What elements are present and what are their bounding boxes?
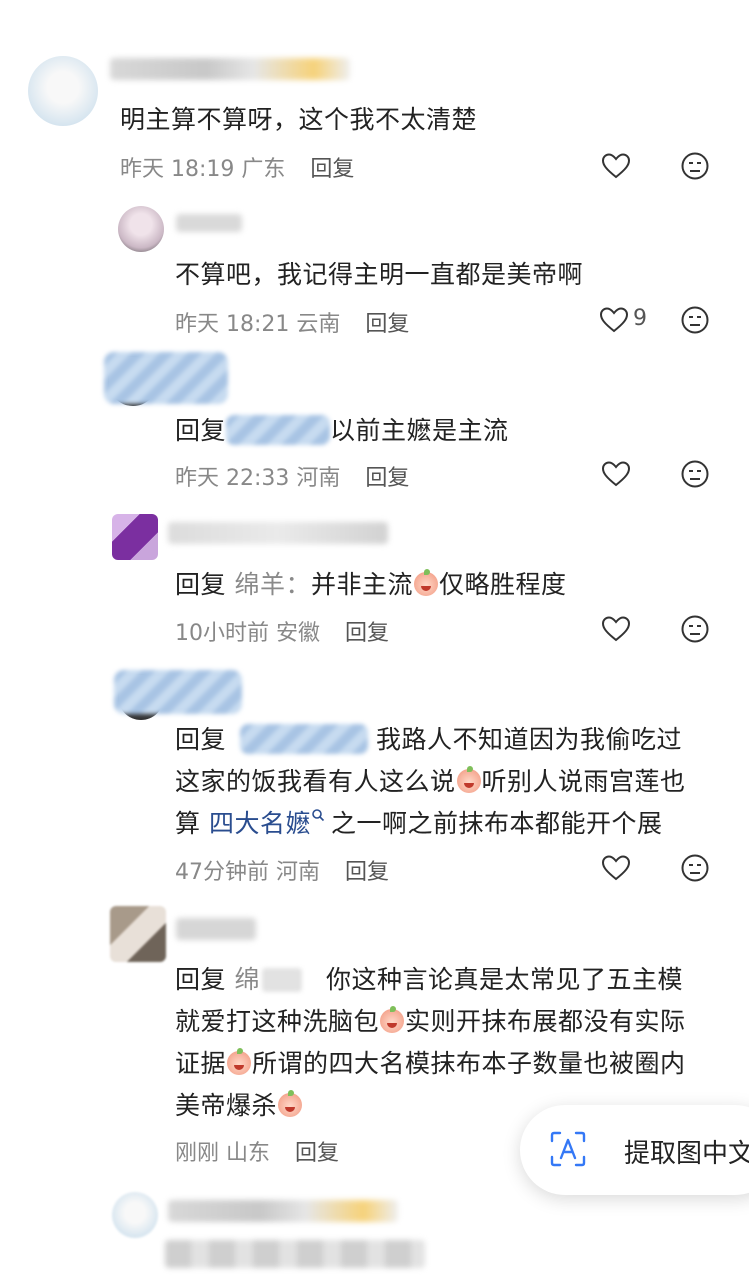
avatar[interactable] (112, 514, 158, 560)
mention-redacted[interactable] (240, 724, 369, 754)
comment-location: 广东 (241, 157, 286, 182)
comment-text: 回复 绵羊：并非主流 仅略胜程度 (175, 565, 567, 601)
heart-icon[interactable] (600, 613, 632, 645)
comment-text: 回复 我路人不知道因为我偷吃过 (175, 720, 682, 756)
comment-text: 不算吧，我记得主明一直都是美帝啊 (175, 260, 584, 289)
username-redacted[interactable] (114, 670, 242, 714)
username-redacted[interactable] (176, 214, 242, 232)
reply-button[interactable]: 回复 (365, 312, 409, 337)
comment-text: 明主算不算呀，这个我不太清楚 (120, 105, 478, 134)
reply-button[interactable]: 回复 (345, 621, 389, 646)
topic-link[interactable]: 四大名嬷 (209, 809, 311, 838)
comment-text-line: 证据 所谓的四大名模抹布本子数量也被圈内 (175, 1044, 686, 1080)
extract-text-button[interactable]: 提取图中文 (520, 1105, 749, 1195)
username-redacted[interactable] (168, 1200, 398, 1222)
comment-body: 并非主流 (310, 570, 413, 599)
comment-body: 听别人说雨宫莲也 (481, 767, 686, 796)
comment-location: 山东 (226, 1141, 271, 1166)
comment-meta: 昨天 18:19 广东 回复 (120, 151, 354, 183)
comment-meta: 47分钟前 河南 回复 (175, 854, 389, 886)
meh-face-icon[interactable] (679, 304, 711, 336)
comment-body: 就爱打这种洗脑包 (175, 1007, 380, 1036)
text-recognition-icon (550, 1131, 586, 1167)
meh-face-icon[interactable] (679, 150, 711, 182)
comment-text-redacted (165, 1240, 425, 1268)
mention-username[interactable]: 绵 (234, 965, 260, 994)
comment-body: 算 (175, 809, 201, 838)
comment-body: 美帝爆杀 (175, 1091, 278, 1120)
meh-face-icon[interactable] (679, 458, 711, 490)
like-count: 9 (633, 306, 647, 331)
comment-meta: 10小时前 安徽 回复 (175, 615, 389, 647)
comment-text: 回复 以前主嬷是主流 (175, 411, 509, 447)
avatar[interactable] (118, 206, 164, 252)
comment-text-line: 美帝爆杀 (175, 1086, 303, 1122)
crying-emoji-icon (278, 1090, 303, 1117)
avatar[interactable] (28, 56, 98, 126)
crying-emoji-icon (414, 569, 438, 596)
comment-body: 仅略胜程度 (439, 570, 567, 599)
username-redacted[interactable] (110, 58, 350, 80)
reply-prefix: 回复 (175, 570, 227, 599)
comment-meta: 刚刚 山东 回复 (175, 1135, 339, 1167)
comment-body: 这家的饭我看有人这么说 (175, 767, 456, 796)
comment-body: 你这种言论真是太常见了五主模 (325, 965, 683, 994)
comment-location: 河南 (296, 466, 341, 491)
comment-location: 云南 (296, 312, 341, 337)
comment-time: 昨天 18:19 (120, 157, 235, 182)
reply-button[interactable]: 回复 (345, 860, 389, 885)
crying-emoji-icon (227, 1048, 252, 1075)
meh-face-icon[interactable] (679, 852, 711, 884)
username-redacted[interactable] (176, 918, 256, 940)
mention-redacted[interactable] (226, 415, 331, 445)
comment-time: 10小时前 (175, 621, 269, 646)
avatar[interactable] (110, 906, 166, 962)
heart-icon[interactable] (600, 852, 632, 884)
heart-icon[interactable] (600, 150, 632, 182)
reply-button[interactable]: 回复 (295, 1141, 339, 1166)
comment-time: 刚刚 (175, 1141, 220, 1166)
crying-emoji-icon (380, 1006, 405, 1033)
comment-meta: 昨天 22:33 河南 回复 (175, 460, 409, 492)
avatar[interactable] (112, 1192, 158, 1238)
reply-button[interactable]: 回复 (310, 157, 354, 182)
reply-prefix: 回复 (175, 725, 227, 754)
comment-meta: 昨天 18:21 云南 回复 (175, 306, 409, 338)
comment-body: 证据 (175, 1049, 227, 1078)
comment-body: 之一啊之前抹布本都能开个展 (330, 809, 663, 838)
heart-icon[interactable] (600, 458, 632, 490)
mention-redacted[interactable] (261, 968, 302, 992)
comment-time: 47分钟前 (175, 860, 269, 885)
comment-body: 以前主嬷是主流 (330, 416, 509, 445)
comment-text-line: 这家的饭我看有人这么说 听别人说雨宫莲也 (175, 762, 686, 798)
crying-emoji-icon (456, 766, 481, 793)
comment-body: 所谓的四大名模抹布本子数量也被圈内 (252, 1049, 686, 1078)
extract-text-label: 提取图中文 (624, 1139, 749, 1169)
comment-body: 我路人不知道因为我偷吃过 (376, 725, 683, 754)
username-redacted[interactable] (168, 522, 388, 544)
reply-prefix: 回复 (175, 965, 227, 994)
search-hint-icon[interactable] (311, 808, 325, 822)
comment-text-line: 算 四大名嬷 之一啊之前抹布本都能开个展 (175, 804, 663, 840)
comment-text-line: 就爱打这种洗脑包 实则开抹布展都没有实际 (175, 1002, 686, 1038)
comment-location: 安徽 (276, 621, 321, 646)
meh-face-icon[interactable] (679, 613, 711, 645)
heart-icon[interactable] (598, 304, 630, 336)
reply-button[interactable]: 回复 (365, 466, 409, 491)
reply-prefix: 回复 (175, 416, 227, 445)
comment-time: 昨天 18:21 (175, 312, 290, 337)
comment-text: 回复 绵 你这种言论真是太常见了五主模 (175, 960, 683, 996)
comment-time: 昨天 22:33 (175, 466, 290, 491)
username-redacted[interactable] (104, 352, 228, 404)
mention-username[interactable]: 绵羊： (234, 570, 311, 599)
comment-body: 实则开抹布展都没有实际 (405, 1007, 686, 1036)
comment-location: 河南 (276, 860, 321, 885)
